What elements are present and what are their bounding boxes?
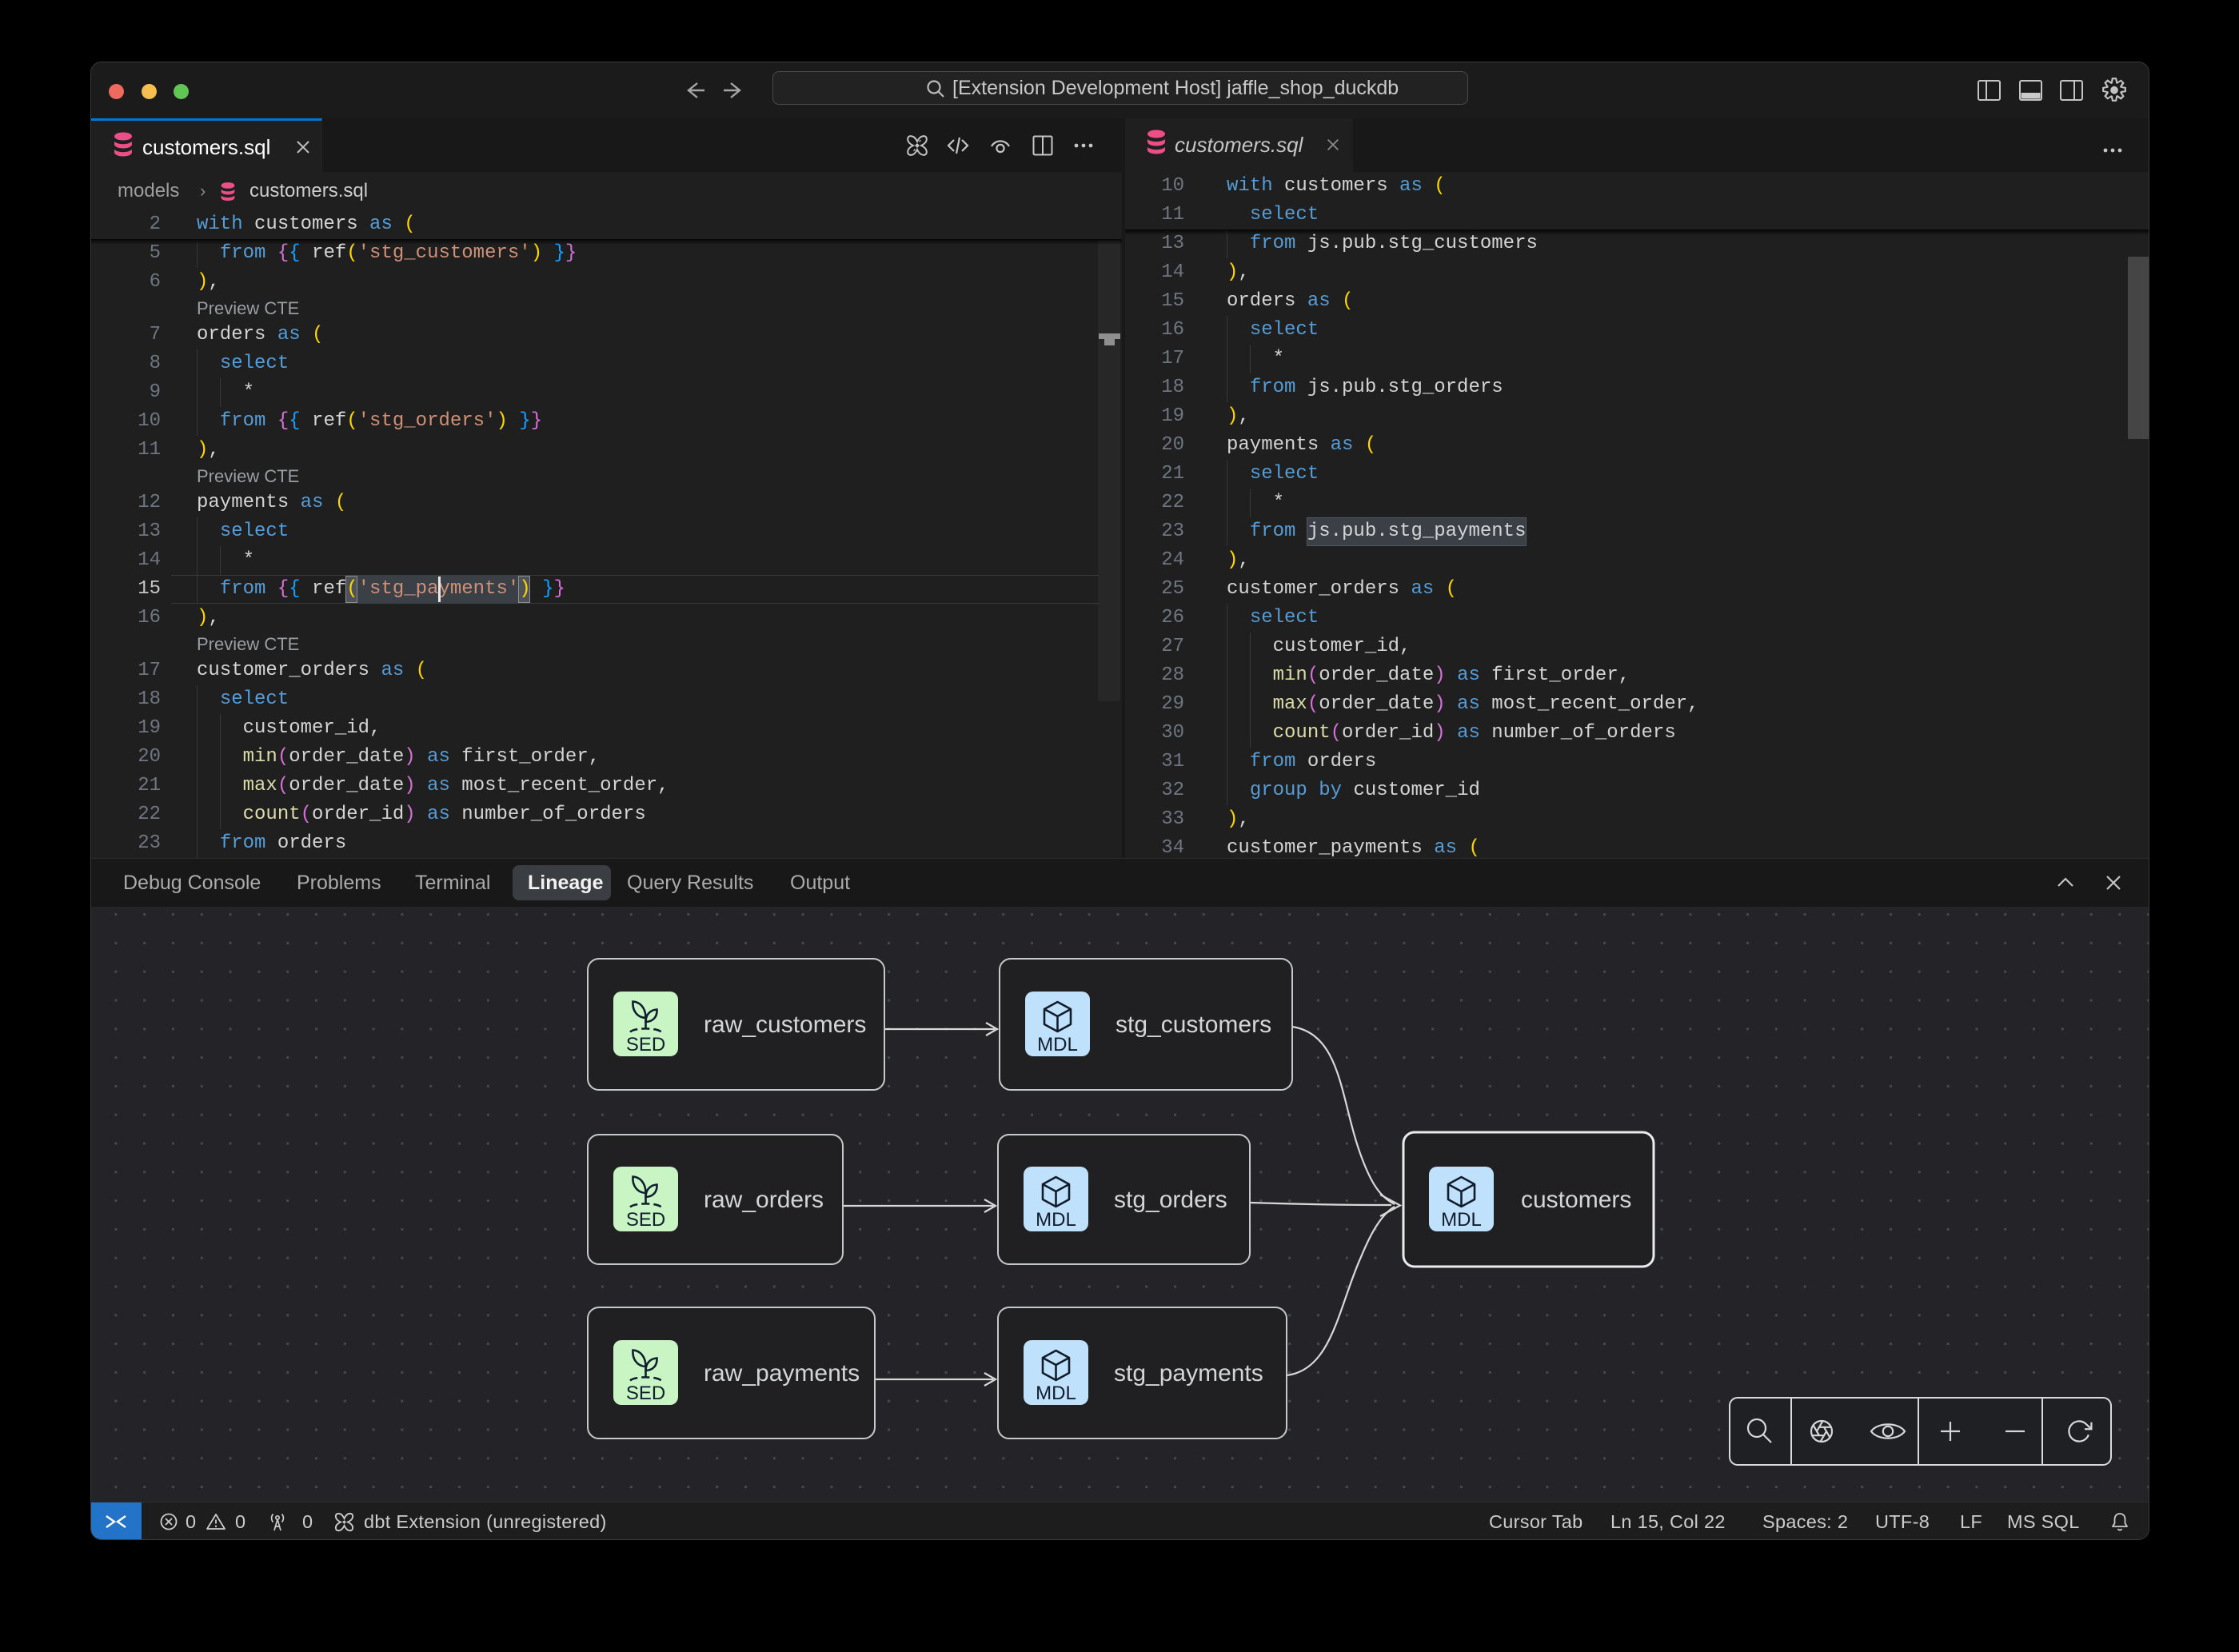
svg-text:stg_payments: stg_payments [1114, 1360, 1263, 1387]
svg-text:stg_orders: stg_orders [1114, 1187, 1227, 1213]
svg-text:customers: customers [1521, 1187, 1631, 1213]
svg-text:raw_customers: raw_customers [704, 1012, 866, 1038]
svg-text:raw_orders: raw_orders [704, 1187, 824, 1213]
svg-text:raw_payments: raw_payments [704, 1360, 860, 1387]
svg-text:stg_customers: stg_customers [1116, 1012, 1271, 1038]
